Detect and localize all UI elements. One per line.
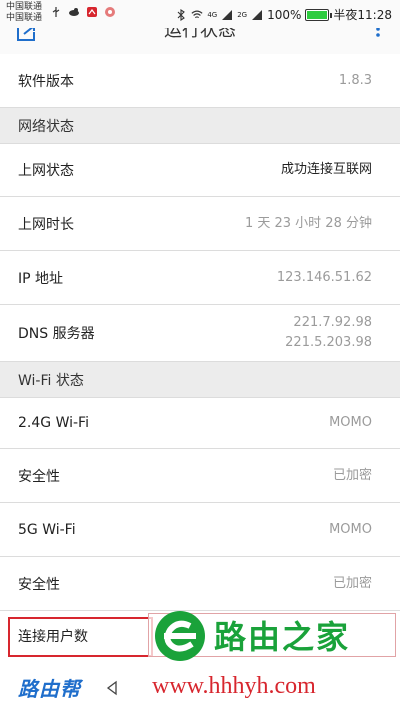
- wifi-24g-label: 2.4G Wi-Fi: [18, 415, 89, 431]
- wifi-icon: [191, 10, 203, 18]
- watermark-url: www.hhhyh.com: [152, 673, 316, 699]
- carrier-2: 中国联通: [6, 13, 43, 23]
- online-status-value: 成功连接互联网: [280, 162, 372, 177]
- app-notification-icon-2: [105, 7, 115, 17]
- security-5g-value: 已加密: [332, 575, 372, 591]
- watermark-title: 路由之家: [214, 618, 351, 656]
- clock: 半夜11:28: [333, 8, 392, 22]
- dns-server-values: 221.7.92.98 221.5.203.98: [285, 313, 372, 353]
- security-24g-value: 已加密: [332, 467, 372, 483]
- security-5g-label: 安全性: [18, 576, 60, 593]
- online-duration-value: 1 天 23 小时 28 分钟: [244, 215, 372, 231]
- signal-icon-1: [222, 9, 233, 20]
- online-duration-label: 上网时长: [18, 216, 74, 233]
- network-type-1: 4G: [207, 10, 218, 19]
- software-version-value: 1.8.3: [338, 73, 372, 88]
- luyoubang-logo: 路由帮: [18, 677, 81, 701]
- online-duration-row: 上网时长 1 天 23 小时 28 分钟: [0, 197, 400, 250]
- battery-icon: [305, 8, 333, 21]
- carrier-info: 中国联通 中国联通: [6, 2, 42, 24]
- dns-server-row: DNS 服务器 221.7.92.98 221.5.203.98: [0, 305, 400, 361]
- app-notification-icon: [87, 7, 97, 17]
- highlight-box: [8, 617, 153, 657]
- security-24g-label: 安全性: [18, 468, 60, 485]
- status-right: 4G 2G 100% 半夜11:28: [175, 6, 392, 23]
- wifi-5g-value: MOMO: [329, 521, 372, 537]
- dns-server-label: DNS 服务器: [18, 326, 95, 342]
- network-status-section-header: 网络状态: [0, 107, 400, 144]
- weather-icon: [69, 8, 79, 16]
- security-5g-row: 安全性 已加密: [0, 557, 400, 610]
- ip-address-label: IP 地址: [18, 270, 64, 287]
- ip-address-row: IP 地址 123.146.51.62: [0, 251, 400, 304]
- wifi-24g-row: 2.4G Wi-Fi MOMO: [0, 398, 400, 448]
- online-status-label: 上网状态: [18, 163, 74, 179]
- notification-icons: [50, 6, 116, 18]
- signal-icon-2: [252, 9, 263, 20]
- bluetooth-icon: [177, 8, 186, 21]
- nav-back-icon[interactable]: [104, 680, 120, 696]
- wifi-24g-value: MOMO: [329, 415, 372, 430]
- page-title: 运行状态: [164, 28, 236, 41]
- software-version-label: 软件版本: [18, 74, 74, 90]
- status-bar: 中国联通 中国联通 4G 2G 100% 半夜11:28: [0, 0, 400, 28]
- security-24g-row: 安全性 已加密: [0, 449, 400, 502]
- usb-icon: [52, 7, 60, 17]
- more-options-icon[interactable]: [374, 28, 382, 42]
- dns-server-secondary: 221.5.203.98: [285, 335, 372, 350]
- battery-fill: [307, 10, 328, 19]
- wifi-status-section-header: Wi-Fi 状态: [0, 361, 400, 398]
- watermark-logo-icon: [155, 611, 205, 661]
- app-header: 运行状态: [0, 28, 400, 54]
- wifi-5g-row: 5G Wi-Fi MOMO: [0, 503, 400, 556]
- network-type-2: 2G: [237, 10, 248, 19]
- carrier-1: 中国联通: [6, 2, 43, 12]
- ip-address-value: 123.146.51.62: [276, 269, 372, 285]
- wifi-5g-label: 5G Wi-Fi: [18, 521, 76, 538]
- battery-percent: 100%: [267, 7, 302, 22]
- dns-server-primary: 221.7.92.98: [293, 315, 372, 330]
- software-version-row: 软件版本 1.8.3: [0, 55, 400, 107]
- online-status-row: 上网状态 成功连接互联网: [0, 144, 400, 196]
